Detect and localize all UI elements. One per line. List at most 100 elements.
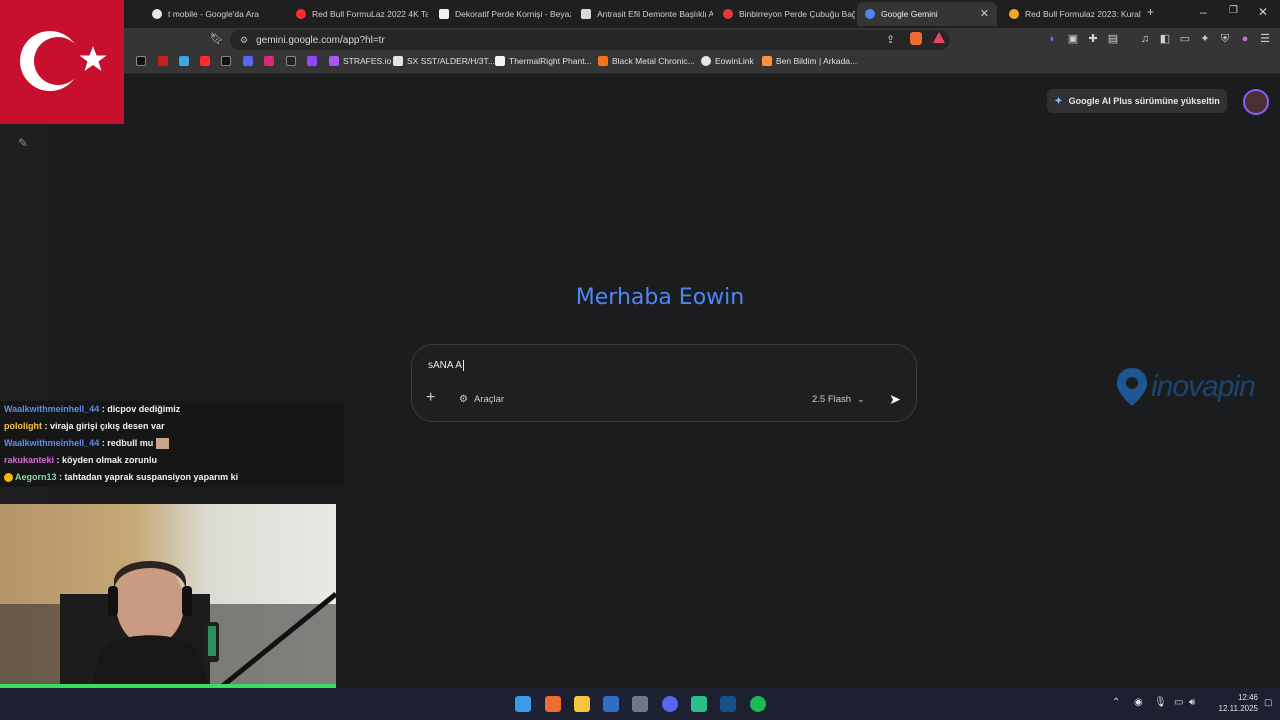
brave-browser-icon[interactable] [545,696,561,712]
sliders-icon: ⚙ [459,394,468,405]
music-icon[interactable]: ♫ [1139,33,1151,45]
browser-tabstrip: t mobile - Google'da Ara Red Bull FormuL… [0,0,1280,28]
tab-google-search[interactable]: t mobile - Google'da Ara [144,2,284,26]
new-tab-icon[interactable]: + [1147,5,1154,19]
windows-start-icon[interactable] [515,696,531,712]
badge-icon [4,473,13,483]
vpn-icon[interactable]: ⛨ [1219,33,1231,45]
bookmark-icon[interactable] [158,56,172,66]
greeting-title: Merhaba Eowin [575,285,745,310]
globe-icon [701,56,711,66]
steam-icon[interactable] [720,696,736,712]
menu-icon[interactable]: ☰ [1259,33,1271,45]
prompt-box[interactable]: sANA A + ⚙ Araçlar 2.5 Flash ⌄ ➤ [411,344,917,422]
bookmark-ben-bildim[interactable]: Ben Bildim | Arkada... [762,56,857,66]
bookmark-icon [393,56,403,66]
bookmark-strafes[interactable]: STRAFES.io [329,56,391,66]
emote-icon [155,438,169,450]
flag-crescent-star-icon [20,31,107,91]
upgrade-button[interactable]: ✦ Google AI Plus sürümüne yükseltin [1047,89,1227,113]
tab-binbirreyon[interactable]: Binbirreyon Perde Çubuğu Bağ [715,2,855,26]
bookmark-icon [329,56,339,66]
bookmark-eowinlink[interactable]: EowinLink [701,56,754,66]
tools-button[interactable]: ⚙ Araçlar [459,394,504,405]
spotify-icon[interactable] [750,696,766,712]
tab-redbull-2023[interactable]: Red Bull Formulaz 2023: Kurall [1001,2,1141,26]
avatar[interactable] [1243,89,1269,115]
restore-icon[interactable]: ❐ [1229,5,1238,16]
chat-message: Aegorn13 : tahtadan yaprak suspansiyon y… [0,469,344,486]
taskbar-clock[interactable]: 12:46 12.11.2025 [1206,692,1258,714]
x-icon[interactable] [221,56,235,66]
bookmark-icon[interactable] [286,56,300,66]
add-attachment-icon[interactable]: + [426,390,435,406]
close-tab-icon[interactable]: ✕ [980,7,989,20]
sidebar-icon[interactable]: ◧ [1159,33,1171,45]
prompt-input[interactable]: sANA A [428,360,464,371]
tab-google-gemini[interactable]: Google Gemini ✕ [857,2,997,26]
app-icon[interactable] [691,696,707,712]
site-info-icon[interactable]: ⚙ [240,35,248,46]
brave-rewards-icon[interactable] [933,32,945,43]
page-icon [439,9,449,19]
watermark-text: inovapin [1151,370,1256,403]
tiktok-icon[interactable] [136,56,150,66]
sparkle-icon: ✦ [1054,95,1063,107]
wallet-icon[interactable]: ▭ [1179,33,1191,45]
tab-antrasit[interactable]: Antrasit Efil Demonte Başlıklı A [573,2,713,26]
chat-message: rakukanteki : köyden olmak zorunlu [4,455,158,465]
notification-icon[interactable]: ▢ [1264,697,1273,708]
bookmark-thermalright[interactable]: ThermalRight Phant... [495,56,592,66]
bookmarks-bar: STRAFES.io SX SST/ALDER/H/3T... ThermalR… [0,52,1280,74]
page-icon [581,9,591,19]
extension-puzzle-icon[interactable]: ✚ [1087,33,1099,45]
chat-message: pololight : viraja girişi çıkış desen va… [4,421,165,431]
address-bar[interactable]: ⚙ gemini.google.com/app?hl=tr ⇪ [230,30,950,50]
network-icon[interactable]: ▭ [1174,697,1183,708]
volume-icon[interactable]: 🔊︎ [1189,697,1195,708]
app-icon[interactable] [632,696,648,712]
text-caret [462,360,464,371]
app-icon[interactable] [603,696,619,712]
send-icon[interactable]: ➤ [886,390,904,408]
turkish-flag-overlay [0,0,124,124]
tab-youtube-redbull[interactable]: Red Bull FormuLaz 2022 4K Tah [288,2,428,26]
stream-chat-overlay: Waalkwithmeinhell_44 : dicpov dediğimiz … [0,401,344,487]
browser-toolbar: 🔖︎ ⚙ gemini.google.com/app?hl=tr ⇪ ◗ ▣ ✚… [0,28,1280,52]
youtube-icon[interactable] [200,56,214,66]
model-selector[interactable]: 2.5 Flash ⌄ [812,394,865,405]
site-icon [723,9,733,19]
app-tray-icon[interactable]: ◉ [1134,697,1143,708]
profile-icon[interactable]: ● [1239,33,1251,45]
bookmark-icon[interactable]: 🔖︎ [210,33,224,45]
new-chat-icon[interactable]: ✎ [18,136,28,150]
sponsor-watermark: inovapin [1115,366,1280,408]
tab-dekoratif[interactable]: Dekoratif Perde Kornişi - Beyaz [431,2,571,26]
site-icon [1009,9,1019,19]
discord-icon[interactable] [662,696,678,712]
bookmark-icon[interactable] [243,56,257,66]
chevron-down-icon: ⌄ [857,394,865,404]
leo-ai-icon[interactable]: ✦ [1199,33,1211,45]
extension-icon[interactable]: ◗ [1046,33,1058,45]
extension-icon[interactable]: ▤ [1107,33,1119,45]
share-icon[interactable]: ⇪ [886,33,895,46]
blogger-icon [598,56,608,66]
brave-shield-icon[interactable] [910,32,922,45]
minimize-icon[interactable]: – [1200,5,1207,19]
extension-icon[interactable]: ▣ [1067,33,1079,45]
instagram-icon[interactable] [264,56,278,66]
location-pin-icon [1117,368,1147,406]
bookmark-black-metal[interactable]: Black Metal Chronic... [598,56,695,66]
google-icon [152,9,162,19]
webcam-overlay [0,504,336,688]
bookmark-sx-sst[interactable]: SX SST/ALDER/H/3T... [393,56,495,66]
amazon-icon [495,56,505,66]
bookmark-icon[interactable] [179,56,193,66]
microphone-icon[interactable]: 🎙︎ [1154,697,1167,708]
twitch-icon[interactable] [307,56,321,66]
window-close-icon[interactable]: ✕ [1258,5,1268,19]
file-explorer-icon[interactable] [574,696,590,712]
chevron-up-icon[interactable]: ⌃ [1112,697,1120,708]
youtube-icon [296,9,306,19]
